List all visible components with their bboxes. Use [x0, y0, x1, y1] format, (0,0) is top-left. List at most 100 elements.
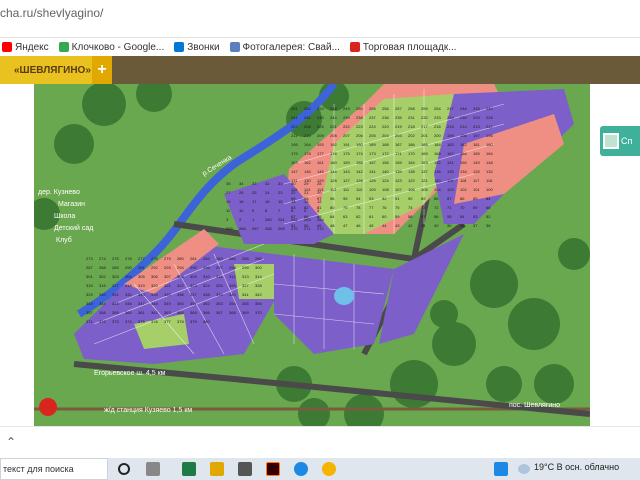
plot-number[interactable]: 312 [229, 274, 236, 279]
cortana-icon[interactable] [118, 463, 130, 475]
plot-number[interactable]: 116 [486, 178, 493, 183]
plot-number[interactable]: 43 [395, 223, 400, 228]
plot-number[interactable]: 254 [434, 106, 441, 111]
plot-number[interactable]: 252 [304, 106, 311, 111]
plot-number[interactable]: 172 [382, 151, 389, 156]
plot-number[interactable]: 298 [229, 265, 236, 270]
plot-number[interactable]: 164 [486, 151, 493, 156]
plot-number[interactable]: 367 [216, 310, 223, 315]
plot-number[interactable]: 34 [239, 181, 244, 186]
plot-number[interactable]: 179 [291, 151, 298, 156]
plot-number[interactable]: 42 [408, 223, 413, 228]
plus-button[interactable]: + [92, 56, 112, 84]
plot-number[interactable]: 378 [177, 319, 184, 324]
plot-number[interactable]: 126 [356, 178, 363, 183]
plot-number[interactable]: 33 [252, 181, 257, 186]
plot-number[interactable]: 57 [421, 214, 426, 219]
plot-number[interactable]: 77 [369, 205, 374, 210]
plot-number[interactable]: 210 [304, 133, 311, 138]
plot-number[interactable]: 216 [434, 124, 441, 129]
plot-number[interactable]: 295 [190, 265, 197, 270]
photos-icon[interactable] [238, 462, 252, 476]
bookmark-item[interactable]: Фотогалерея: Свай... [229, 42, 340, 53]
plot-number[interactable]: 62 [356, 214, 361, 219]
plot-number[interactable]: 137 [421, 169, 428, 174]
plot-number[interactable]: 330 [99, 292, 106, 297]
plot-number[interactable]: 72 [434, 205, 439, 210]
plot-number[interactable]: 162 [304, 160, 311, 165]
plot-number[interactable]: 343 [86, 301, 93, 306]
plot-number[interactable]: 302 [99, 274, 106, 279]
plot-number[interactable]: 157 [369, 160, 376, 165]
plot-number[interactable]: 150 [460, 160, 467, 165]
plot-number[interactable]: 183 [447, 142, 454, 147]
plot-number[interactable]: 140 [382, 169, 389, 174]
plot-number[interactable]: 163 [291, 160, 298, 165]
plot-number[interactable]: 219 [395, 124, 402, 129]
plot-number[interactable]: 288 [99, 265, 106, 270]
plot-number[interactable]: 307 [164, 274, 171, 279]
plot-number[interactable]: 46 [356, 223, 361, 228]
plot-number[interactable]: 305 [138, 274, 145, 279]
plot-number[interactable]: 117 [473, 178, 480, 183]
plot-number[interactable]: 215 [447, 124, 454, 129]
plot-number[interactable]: 205 [369, 133, 376, 138]
plot-number[interactable]: 73 [421, 205, 426, 210]
plot-number[interactable]: 299 [242, 265, 249, 270]
plot-number[interactable]: 119 [447, 178, 454, 183]
plot-number[interactable]: 301 [86, 274, 93, 279]
plot-number[interactable]: 209 [317, 133, 324, 138]
plot-number[interactable]: 326 [229, 283, 236, 288]
plot-number[interactable]: 31 [278, 181, 283, 186]
plot-number[interactable]: 244 [330, 115, 337, 120]
plot-number[interactable]: 37 [473, 223, 478, 228]
plot-number[interactable]: 212 [486, 124, 493, 129]
tray-app-icon[interactable] [494, 462, 508, 476]
plot-number[interactable]: 228 [486, 115, 493, 120]
plot-number[interactable]: 338 [203, 292, 210, 297]
plot-number[interactable]: 181 [473, 142, 480, 147]
plot-number[interactable]: 251 [291, 106, 298, 111]
plot-number[interactable]: 258 [408, 106, 415, 111]
plot-number[interactable]: 85 [473, 196, 478, 201]
plot-number[interactable]: 133 [473, 169, 480, 174]
plot-number[interactable]: 151 [447, 160, 454, 165]
plot-number[interactable]: 13 [304, 199, 309, 204]
plot-number[interactable]: 29 [304, 181, 309, 186]
plot-number[interactable]: 100 [486, 187, 493, 192]
plot-number[interactable]: 142 [356, 169, 363, 174]
map-svg[interactable]: р.Сеченка дер. Кузнево Магазин Школа Дет… [34, 84, 590, 426]
plot-number[interactable]: 331 [112, 292, 119, 297]
plot-number[interactable]: 355 [242, 301, 249, 306]
plot-number[interactable]: 78 [356, 205, 361, 210]
plot-number[interactable]: 53 [473, 214, 478, 219]
plot-number[interactable]: 17 [252, 199, 257, 204]
plot-number[interactable]: 361 [138, 310, 145, 315]
plot-number[interactable]: 24 [265, 190, 270, 195]
plot-number[interactable]: 178 [304, 151, 311, 156]
plot-number[interactable]: 93 [369, 196, 374, 201]
plot-number[interactable]: 273 [86, 256, 93, 261]
plot-number[interactable]: 379 [190, 319, 197, 324]
plot-number[interactable]: 311 [216, 274, 223, 279]
plot-number[interactable]: 203 [395, 133, 402, 138]
plot-number[interactable]: 185 [421, 142, 428, 147]
plot-number[interactable]: 256 [382, 106, 389, 111]
plot-number[interactable]: 246 [460, 106, 467, 111]
plot-number[interactable]: 30 [291, 181, 296, 186]
plot-number[interactable]: 55 [447, 214, 452, 219]
plot-number[interactable]: 220 [382, 124, 389, 129]
plot-number[interactable]: 259 [421, 106, 428, 111]
plot-number[interactable]: 107 [395, 187, 402, 192]
plot-number[interactable]: 71 [447, 205, 452, 210]
plot-number[interactable]: 12 [317, 199, 322, 204]
plot-number[interactable]: 319 [138, 283, 145, 288]
plot-number[interactable]: 124 [382, 178, 389, 183]
plot-number[interactable]: 264 [317, 217, 324, 222]
bookmark-item[interactable]: Клочково - Google... [58, 42, 164, 53]
plot-number[interactable]: 196 [486, 133, 493, 138]
plot-number[interactable]: 166 [460, 151, 467, 156]
plot-number[interactable]: 289 [112, 265, 119, 270]
plot-number[interactable]: 170 [408, 151, 415, 156]
plot-number[interactable]: 287 [86, 265, 93, 270]
